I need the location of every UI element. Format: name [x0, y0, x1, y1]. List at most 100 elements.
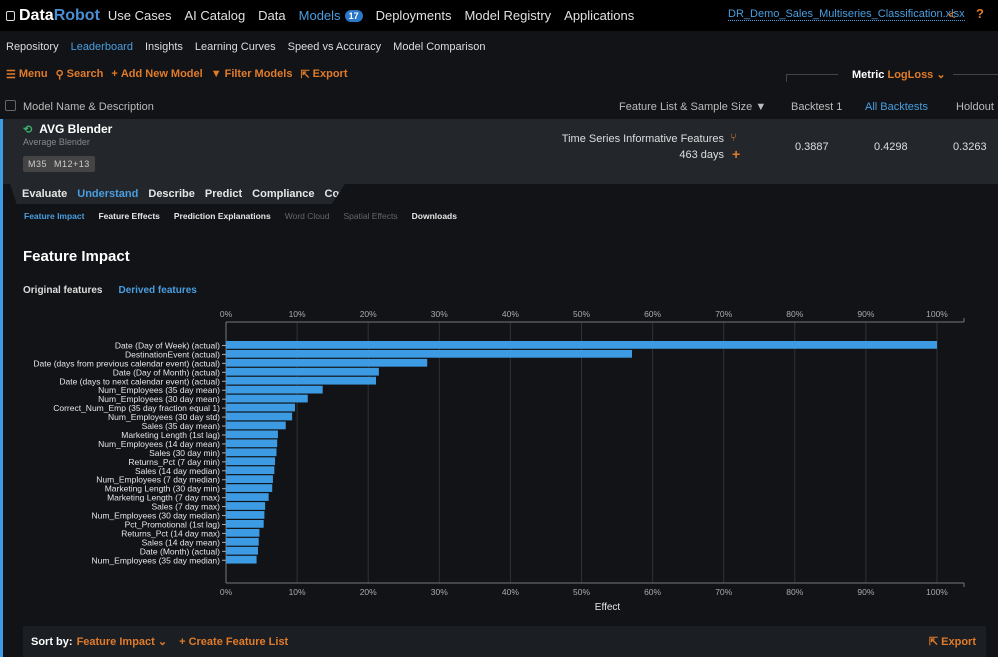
feature-list-name: Time Series Informative Features — [561, 133, 724, 145]
model-name-text: AVG Blender — [39, 122, 113, 136]
search-label: Search — [66, 68, 104, 80]
robot-icon — [6, 10, 15, 21]
metric-selector[interactable]: Metric LogLoss ⌄ — [852, 68, 946, 81]
hamburger-icon: ☰ — [6, 68, 16, 81]
x-tick-label-top: 20% — [360, 309, 377, 319]
tab-compliance[interactable]: Compliance — [252, 188, 314, 200]
feature-type-toggle: Original features Derived features — [23, 285, 197, 296]
x-tick-label-top: 100% — [926, 309, 948, 319]
y-tick-label: Num_Employees (35 day median) — [91, 555, 220, 565]
x-tick-label-top: 10% — [289, 309, 306, 319]
subtab-downloads[interactable]: Downloads — [412, 211, 457, 221]
filter-icon[interactable]: ▼ — [755, 101, 766, 113]
model-tag: M12+13 — [54, 159, 90, 169]
nav-model-registry[interactable]: Model Registry — [464, 8, 551, 23]
nav-use-cases[interactable]: Use Cases — [108, 8, 172, 23]
col-all-backtests[interactable]: All Backtests — [865, 101, 928, 113]
plus-icon: + — [179, 635, 189, 648]
project-file-link[interactable]: DR_Demo_Sales_Multiseries_Classification… — [728, 8, 965, 21]
model-tag: M35 — [28, 159, 48, 169]
leaderboard-header: Model Name & Description Feature List & … — [0, 96, 998, 118]
bar — [226, 341, 937, 349]
bar — [226, 457, 276, 466]
model-id-tag: M35 M12+13 — [23, 156, 95, 172]
search-icon: ⚲ — [55, 68, 64, 81]
col-backtest1[interactable]: Backtest 1 — [791, 101, 842, 113]
x-tick-label-bottom: 50% — [573, 587, 590, 597]
x-tick-label-bottom: 100% — [926, 587, 948, 597]
subnav-insights[interactable]: Insights — [145, 41, 183, 53]
subtab-prediction-explanations[interactable]: Prediction Explanations — [174, 211, 271, 221]
score-holdout: 0.3263 — [953, 141, 987, 153]
subtab-feature-effects[interactable]: Feature Effects — [98, 211, 159, 221]
subnav-leaderboard[interactable]: Leaderboard — [71, 41, 133, 53]
chart-export-label: Export — [941, 636, 976, 648]
add-new-model-button[interactable]: + Add New Model — [111, 68, 202, 80]
bar — [226, 475, 273, 483]
subnav-model-comparison[interactable]: Model Comparison — [393, 41, 485, 53]
models-subnav: Repository Leaderboard Insights Learning… — [0, 31, 998, 62]
export-button[interactable]: ⇱ Export — [300, 68, 347, 81]
chart-export-button[interactable]: ⇱ Export — [929, 635, 976, 648]
help-icon[interactable]: ? — [976, 6, 984, 21]
tab-predict[interactable]: Predict — [205, 188, 242, 200]
subnav-learning-curves[interactable]: Learning Curves — [195, 41, 276, 53]
sort-by-dropdown[interactable]: Feature Impact ⌄ — [77, 635, 168, 648]
score-backtest1: 0.3887 — [795, 141, 829, 153]
col-feature-list[interactable]: Feature List & Sample Size ▼ — [619, 101, 766, 113]
tab-comments[interactable]: Comments — [325, 188, 345, 200]
filter-models-button[interactable]: ▼ Filter Models — [211, 68, 293, 80]
tab-evaluate[interactable]: Evaluate — [22, 188, 67, 200]
feature-impact-chart: 0% 0% 10% 10% 20% 20% 30% 30% 40% 40% 50% 50% 60% 60%… — [33, 309, 965, 613]
models-count-badge: 17 — [344, 9, 363, 22]
add-sample-icon[interactable]: + — [732, 146, 740, 162]
x-tick-label-bottom: 30% — [431, 587, 448, 597]
nav-ai-catalog[interactable]: AI Catalog — [184, 8, 245, 23]
plus-icon: + — [111, 68, 118, 80]
col-holdout[interactable]: Holdout — [956, 101, 994, 113]
sort-by-label: Sort by: — [31, 635, 73, 648]
chevron-down-icon: ⌄ — [157, 636, 168, 648]
top-navigation-bar: Data Robot Use Cases AI Catalog Data Mode… — [0, 0, 998, 31]
nav-deployments[interactable]: Deployments — [376, 8, 452, 23]
menu-button[interactable]: ☰ Menu — [6, 68, 48, 81]
metric-divider-left — [786, 74, 838, 75]
bar — [226, 520, 264, 528]
feature-list-icon[interactable]: ⑂ — [730, 132, 737, 144]
nav-models[interactable]: Models 17 — [299, 8, 363, 23]
col-model-name[interactable]: Model Name & Description — [23, 101, 154, 113]
create-feature-list-button[interactable]: + Create Feature List — [179, 636, 288, 648]
model-tabs: Evaluate Understand Describe Predict Com… — [10, 184, 345, 204]
search-button[interactable]: ⚲ Search — [56, 68, 104, 81]
subtab-feature-impact[interactable]: Feature Impact — [24, 211, 84, 221]
x-tick-label-bottom: 70% — [715, 587, 732, 597]
x-tick-label-bottom: 10% — [289, 587, 306, 597]
toggle-derived-features[interactable]: Derived features — [118, 285, 196, 296]
select-all-checkbox[interactable] — [5, 100, 16, 111]
tab-describe[interactable]: Describe — [148, 188, 194, 200]
create-feature-list-label: Create Feature List — [188, 635, 289, 648]
subnav-speed-vs-accuracy[interactable]: Speed vs Accuracy — [288, 41, 382, 53]
model-row[interactable]: ⟲ AVG Blender Average Blender M35 M12+13 T… — [3, 119, 998, 184]
x-tick-label-top: 80% — [786, 309, 803, 319]
tab-understand[interactable]: Understand — [77, 188, 138, 200]
model-name[interactable]: ⟲ AVG Blender — [23, 122, 112, 136]
col-feature-list-label: Feature List & Sample Size — [619, 101, 753, 113]
bar — [226, 367, 379, 376]
datarobot-logo[interactable]: Data Robot — [6, 7, 100, 25]
bar — [226, 358, 428, 367]
bar — [226, 528, 260, 537]
bar — [226, 511, 265, 519]
toggle-original-features[interactable]: Original features — [23, 285, 102, 296]
nav-data[interactable]: Data — [258, 8, 285, 23]
metric-value: LogLoss — [887, 69, 934, 81]
leaderboard-toolbar: ☰ Menu ⚲ Search + Add New Model ▼ Filter Mod… — [0, 66, 350, 82]
bar — [226, 421, 286, 430]
subnav-repository[interactable]: Repository — [6, 41, 59, 53]
x-tick-label-top: 60% — [644, 309, 661, 319]
nav-applications[interactable]: Applications — [564, 8, 634, 23]
bar — [226, 466, 275, 475]
share-icon[interactable]: < — [948, 7, 956, 22]
feature-list-info: Time Series Informative Features 463 day… — [562, 133, 724, 161]
bar — [226, 537, 259, 546]
